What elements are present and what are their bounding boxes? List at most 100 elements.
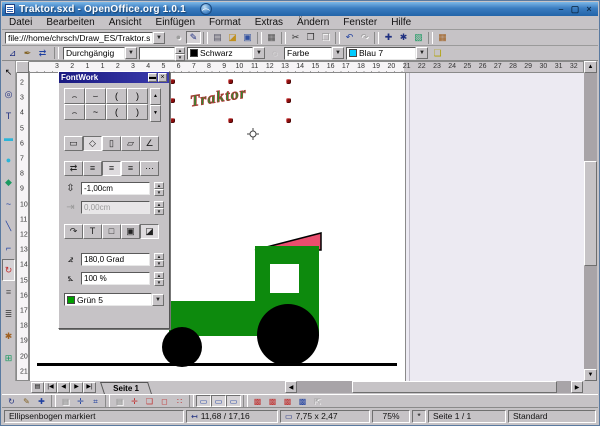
line-width-spin-buttons[interactable]: ▲▼ [175, 47, 185, 60]
fw-contour[interactable]: ↷ [64, 224, 83, 239]
ground-line-shape[interactable] [37, 363, 397, 366]
exit-all-groups-icon[interactable]: ▩ [265, 395, 280, 407]
quick-edit-icon[interactable]: ▭ [196, 395, 211, 407]
open-document-icon[interactable]: ◪ [225, 31, 240, 44]
cut-icon[interactable]: ✂ [288, 31, 303, 44]
fw-shape-wave[interactable]: ~ [85, 104, 106, 120]
edit-file-icon[interactable]: ✎ [186, 31, 201, 44]
fill-style-dropdown[interactable]: ▼ [332, 47, 344, 59]
horizontal-scroll-track[interactable] [297, 381, 571, 393]
vertical-scrollbar[interactable]: ▲ ▼ [584, 61, 597, 381]
fw-slant-vertical[interactable]: ∠ [140, 136, 159, 151]
line-width-spinner[interactable]: ▲▼ [139, 47, 185, 60]
snap-helplines-icon[interactable]: ✛ [127, 395, 142, 407]
distance-input[interactable]: -1,00cm [81, 182, 150, 195]
line-color-combo[interactable]: Schwarz ▼ [187, 47, 265, 60]
fontwork-minimize-button[interactable]: ▬ [148, 73, 157, 82]
fw-shape-circle-right[interactable]: ) [127, 88, 148, 104]
line-color-dropdown[interactable]: ▼ [253, 47, 265, 59]
fw-shape-open-right[interactable]: ) [127, 104, 148, 120]
shadow-toggle-icon[interactable]: ❏ [430, 47, 445, 60]
rotate-tool[interactable]: ↻ [2, 259, 15, 281]
curve-tool[interactable]: ~ [2, 193, 15, 215]
fw-slant-shadow[interactable]: ◪ [140, 224, 159, 239]
effects-tool[interactable]: ✱ [2, 325, 15, 347]
minimize-button[interactable]: – [555, 4, 567, 15]
enter-group-icon[interactable]: ▩ [295, 395, 310, 407]
arrow-style-icon[interactable]: ⇄ [35, 47, 50, 60]
fw-slant-horizontal[interactable]: ▱ [121, 136, 140, 151]
copy-icon[interactable]: ❐ [303, 31, 318, 44]
menu-fenster[interactable]: Fenster [336, 16, 384, 29]
undo-icon[interactable]: ↶ [342, 31, 357, 44]
menu-format[interactable]: Format [202, 16, 248, 29]
fontwork-shadow-color-combo[interactable]: Grün 5 ▼ [64, 293, 164, 306]
fw-align-left[interactable]: ≡ [83, 161, 102, 176]
fw-orientation[interactable]: ⇄ [64, 161, 83, 176]
selection-handle-sw[interactable] [170, 118, 175, 123]
fill-style-combo[interactable]: Farbe ▼ [284, 47, 344, 60]
status-zoom[interactable]: 75% [372, 410, 410, 423]
fw-upright[interactable]: ▯ [102, 136, 121, 151]
fontwork-title-bar[interactable]: FontWork ▬ × [59, 72, 169, 83]
fw-shape-arc-bottom[interactable]: ⌣ [85, 88, 106, 104]
select-text-area-icon[interactable]: ▭ [211, 395, 226, 407]
first-page-button[interactable]: |◀ [44, 382, 57, 393]
fw-vertical-shadow[interactable]: ▣ [121, 224, 140, 239]
shadow-angle-spin-buttons[interactable]: ▲▼ [154, 253, 164, 266]
layer-view-button[interactable]: ▤ [31, 382, 44, 393]
title-bar[interactable]: Traktor.sxd - OpenOffice.org 1.0.1 – ▢ × [2, 2, 598, 16]
gallery-themes-icon[interactable]: ▦ [435, 31, 450, 44]
vertical-ruler[interactable]: 2345678910111213141516171819202122 [16, 73, 29, 381]
exit-group-icon[interactable]: ▩ [280, 395, 295, 407]
edit-points-mode-icon[interactable]: ✎ [19, 395, 34, 407]
fw-text-contour[interactable]: T [83, 224, 102, 239]
tractor-window-shape[interactable] [270, 264, 299, 293]
selection-handle-e[interactable] [286, 98, 291, 103]
shadow-size-spin-buttons[interactable]: ▲▼ [154, 272, 164, 285]
tractor-front-wheel[interactable] [162, 327, 202, 367]
fontwork-dialog[interactable]: FontWork ▬ × ⌢⌣()⌢~() ▲ ▼ ▭◇▯▱∠ ⇄≡≡≡⋯ ⇳ … [58, 71, 170, 329]
modify-attributes-icon[interactable]: ▩ [250, 395, 265, 407]
print-icon[interactable]: ▦ [264, 31, 279, 44]
new-document-icon[interactable]: ▤ [210, 31, 225, 44]
url-input[interactable] [5, 32, 153, 44]
save-document-icon[interactable]: ▣ [240, 31, 255, 44]
menu-einfügen[interactable]: Einfügen [149, 16, 202, 29]
menu-ansicht[interactable]: Ansicht [102, 16, 149, 29]
line-dialog-icon[interactable]: ✒ [20, 47, 35, 60]
fontwork-gallery-scroll-down[interactable]: ▼ [150, 105, 161, 122]
fw-off[interactable]: ▭ [64, 136, 83, 151]
fw-align-right[interactable]: ≡ [121, 161, 140, 176]
next-page-button[interactable]: ▶ [70, 382, 83, 393]
line-style-dropdown[interactable]: ▼ [125, 47, 137, 59]
selection-handle-nw[interactable] [170, 79, 175, 84]
fw-rotate[interactable]: ◇ [83, 136, 102, 151]
rectangle-tool[interactable]: ▬ [2, 127, 15, 149]
line-style-combo[interactable]: Durchgängig ▼ [63, 47, 137, 60]
fontwork-text-object[interactable]: Traktor [189, 85, 248, 112]
select-tool[interactable]: ↖ [2, 61, 15, 83]
vertical-scroll-thumb[interactable] [584, 161, 597, 266]
fw-shape-arch-up[interactable]: ⌢ [64, 104, 85, 120]
ellipse-tool[interactable]: ● [2, 149, 15, 171]
selection-handle-ne[interactable] [286, 79, 291, 84]
fill-color-dropdown[interactable]: ▼ [416, 47, 428, 59]
arrange-tool[interactable]: ≣ [2, 303, 15, 325]
shadow-size-input[interactable]: 100 % [81, 272, 150, 285]
horizontal-scrollbar[interactable]: ◀ ▶ [285, 381, 583, 393]
fw-shape-circle-left[interactable]: ( [106, 88, 127, 104]
status-page[interactable]: Seite 1 / 1 [428, 410, 506, 423]
fw-shape-open-left[interactable]: ( [106, 104, 127, 120]
scroll-left-arrow[interactable]: ◀ [285, 381, 297, 393]
selection-handle-w[interactable] [170, 98, 175, 103]
snap-object-points-icon[interactable]: ∷ [172, 395, 187, 407]
selection-handle-se[interactable] [286, 118, 291, 123]
previous-page-button[interactable]: ◀ [57, 382, 70, 393]
guides-moving-icon[interactable]: ⌗ [88, 395, 103, 407]
zoom-tool[interactable]: ◎ [2, 83, 15, 105]
connector-tool[interactable]: ⌐ [2, 237, 15, 259]
shadow-color-dropdown[interactable]: ▼ [152, 294, 164, 306]
page-tab[interactable]: Seite 1 [100, 382, 152, 394]
text-tool[interactable]: T [2, 105, 15, 127]
